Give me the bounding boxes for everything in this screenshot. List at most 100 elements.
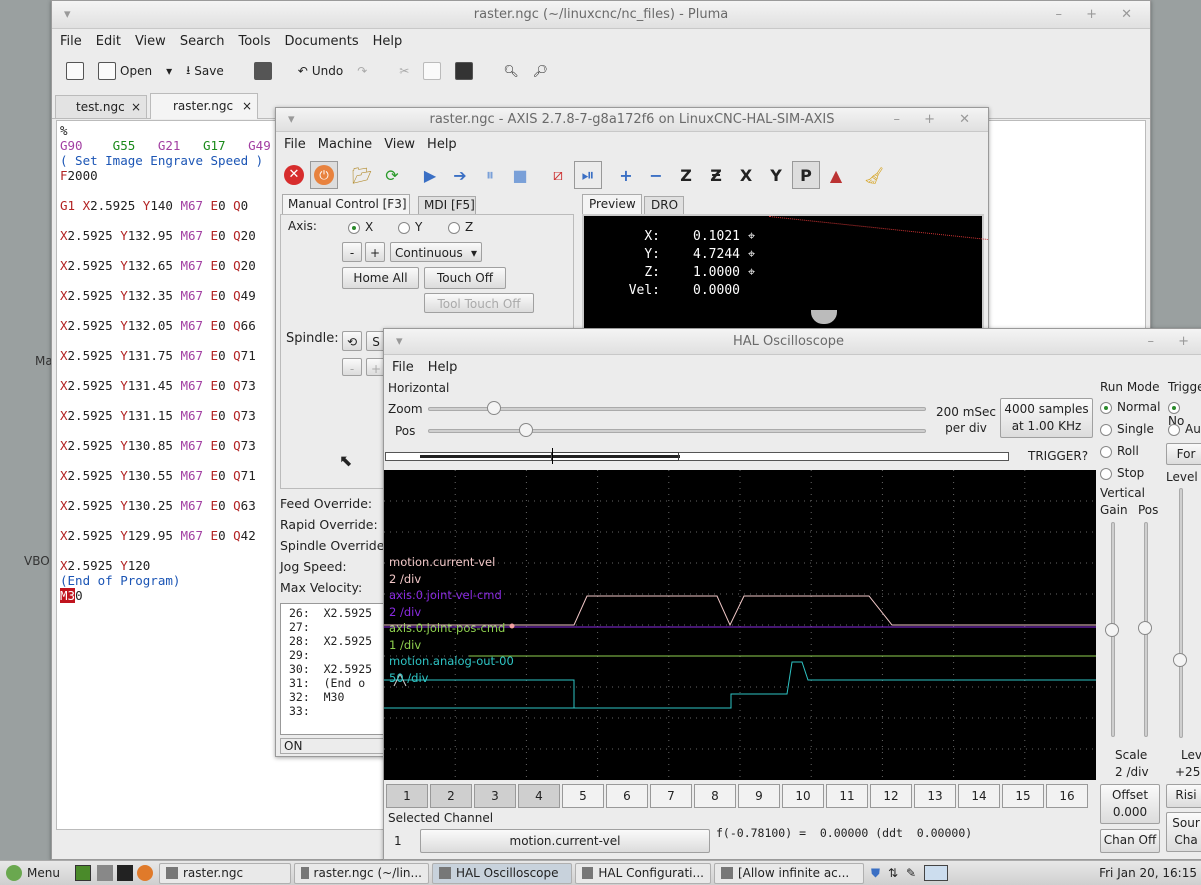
channel-button-2[interactable]: 2: [430, 784, 472, 808]
chevron-down-icon[interactable]: ▾: [166, 64, 172, 78]
tab-raster-ngc[interactable]: raster.ngc ×: [150, 93, 258, 119]
force-button[interactable]: For: [1166, 443, 1201, 465]
window-menu-icon[interactable]: ▾: [64, 1, 71, 29]
channel-button-16[interactable]: 16: [1046, 784, 1088, 808]
radio-y[interactable]: [398, 221, 410, 234]
run-button[interactable]: ▶: [416, 161, 444, 189]
menu-item-help[interactable]: Help: [427, 137, 457, 152]
copy-button[interactable]: [419, 60, 445, 82]
channel-button-7[interactable]: 7: [650, 784, 692, 808]
window-controls[interactable]: – + ✕: [893, 108, 980, 132]
undo-button[interactable]: ↶ Undo: [294, 62, 347, 80]
menu-item-view[interactable]: View: [384, 137, 415, 152]
task-button[interactable]: raster.ngc: [158, 862, 291, 884]
selected-channel-name[interactable]: motion.current-vel: [420, 829, 710, 853]
tool-touch-off-button[interactable]: Tool Touch Off: [424, 293, 534, 313]
task-button[interactable]: [Allow infinite ac...: [713, 862, 864, 884]
source-button[interactable]: Sour Cha: [1166, 812, 1201, 852]
view-p-button[interactable]: P: [792, 161, 820, 189]
window-menu-icon[interactable]: ▾: [288, 108, 295, 132]
level-slider[interactable]: [1179, 488, 1183, 738]
task-button[interactable]: HAL Configurati...: [574, 862, 711, 884]
window-controls[interactable]: – + ✕: [1055, 1, 1142, 29]
channel-button-12[interactable]: 12: [870, 784, 912, 808]
menu-item-file[interactable]: File: [60, 34, 82, 49]
open-file-button[interactable]: 📂︎: [348, 161, 376, 189]
channel-button-9[interactable]: 9: [738, 784, 780, 808]
pluma-titlebar[interactable]: raster.ngc (~/linuxcnc/nc_files) - Pluma…: [52, 1, 1150, 29]
tab-test-ngc[interactable]: test.ngc ×: [55, 95, 147, 119]
zoom-slider-knob[interactable]: [487, 401, 501, 415]
channel-button-13[interactable]: 13: [914, 784, 956, 808]
menu-item-help[interactable]: Help: [428, 360, 458, 375]
pen-icon[interactable]: ✎: [906, 866, 916, 880]
channel-button-10[interactable]: 10: [782, 784, 824, 808]
clear-plot-button[interactable]: 🧹︎: [860, 161, 888, 189]
channel-button-3[interactable]: 3: [474, 784, 516, 808]
axis-radio-y[interactable]: Y: [398, 220, 422, 234]
open-button[interactable]: Open ▾: [94, 60, 176, 82]
touch-off-button[interactable]: Touch Off: [424, 267, 506, 289]
menu-item-machine[interactable]: Machine: [318, 137, 372, 152]
spindle-minus-button[interactable]: -: [342, 358, 362, 376]
save-button[interactable]: ⭳ Save: [182, 59, 228, 84]
menu-item-file[interactable]: File: [284, 137, 306, 152]
task-button[interactable]: HAL Oscilloscope: [431, 862, 572, 884]
menu-item-documents[interactable]: Documents: [285, 34, 359, 49]
jog-mode-select[interactable]: Continuous ▾: [390, 242, 482, 262]
home-all-button[interactable]: Home All: [342, 267, 419, 289]
replace-button[interactable]: 🔎︎: [529, 62, 552, 80]
radio-x[interactable]: [348, 221, 360, 234]
terminal-icon[interactable]: [116, 865, 133, 881]
radio-z[interactable]: [448, 221, 460, 234]
menu-item-file[interactable]: File: [392, 360, 414, 375]
firefox-icon[interactable]: [136, 865, 153, 881]
channel-button-15[interactable]: 15: [1002, 784, 1044, 808]
print-button[interactable]: [250, 60, 276, 82]
chan-off-button[interactable]: Chan Off: [1100, 829, 1160, 853]
battery-icon[interactable]: [924, 865, 949, 881]
zoom-in-button[interactable]: +: [612, 161, 640, 189]
stop-button[interactable]: ■: [506, 161, 534, 189]
code-text[interactable]: % G90 G55 G21 G17 G49( Set Image Engrave …: [60, 123, 271, 603]
spindle-reverse-button[interactable]: ⟲: [342, 331, 362, 351]
halscope-titlebar[interactable]: HAL Oscilloscope – + ▾: [384, 329, 1201, 355]
tab-mdi[interactable]: MDI [F5]: [418, 196, 476, 214]
pos-slider[interactable]: [428, 429, 926, 433]
tab-manual-control[interactable]: Manual Control [F3]: [282, 194, 410, 214]
step-button[interactable]: ➔: [446, 161, 474, 189]
run-mode-single[interactable]: Single: [1100, 422, 1154, 436]
power-button[interactable]: ⏻: [310, 161, 338, 189]
samples-button[interactable]: 4000 samples at 1.00 KHz: [1000, 398, 1093, 438]
trigger-auto[interactable]: Au: [1168, 422, 1201, 436]
axis-titlebar[interactable]: raster.ngc - AXIS 2.7.8-7-g8a172f6 on Li…: [276, 108, 988, 132]
vpos-slider-knob[interactable]: [1138, 621, 1152, 635]
channel-button-14[interactable]: 14: [958, 784, 1000, 808]
view-z2-button[interactable]: Ƶ: [702, 161, 730, 189]
view-x-button[interactable]: X: [732, 161, 760, 189]
paste-button[interactable]: [451, 60, 477, 82]
radio-auto-trigger[interactable]: [1168, 423, 1180, 436]
block-delete-button[interactable]: ⧄: [544, 161, 572, 189]
radio-normal-trigger[interactable]: [1168, 401, 1180, 414]
optional-stop-button[interactable]: ⏯: [574, 161, 602, 189]
search-button[interactable]: 🔍︎: [499, 62, 522, 80]
gcode-listing[interactable]: 26: X2.5925 27: 28: X2.5925 29: 30: X2.5925 3…: [280, 603, 390, 735]
pause-button[interactable]: ⏸: [476, 161, 504, 189]
clock[interactable]: Fri Jan 20, 16:15: [1099, 866, 1197, 880]
menu-item-tools[interactable]: Tools: [238, 34, 270, 49]
run-mode-stop[interactable]: Stop: [1100, 466, 1144, 480]
view-y-button[interactable]: Y: [762, 161, 790, 189]
task-button[interactable]: raster.ngc (~/lin...: [293, 862, 429, 884]
redo-button[interactable]: ↷: [353, 62, 371, 80]
run-mode-roll[interactable]: Roll: [1100, 444, 1139, 458]
menu-item-search[interactable]: Search: [180, 34, 225, 49]
radio-stop[interactable]: [1100, 467, 1112, 480]
gain-slider-knob[interactable]: [1105, 623, 1119, 637]
tab-preview[interactable]: Preview: [582, 194, 642, 214]
offset-button[interactable]: Offset 0.000: [1100, 784, 1160, 824]
menu-button[interactable]: Menu: [0, 863, 66, 884]
pos-slider-knob[interactable]: [519, 423, 533, 437]
menu-item-edit[interactable]: Edit: [96, 34, 121, 49]
new-button[interactable]: [62, 60, 88, 82]
